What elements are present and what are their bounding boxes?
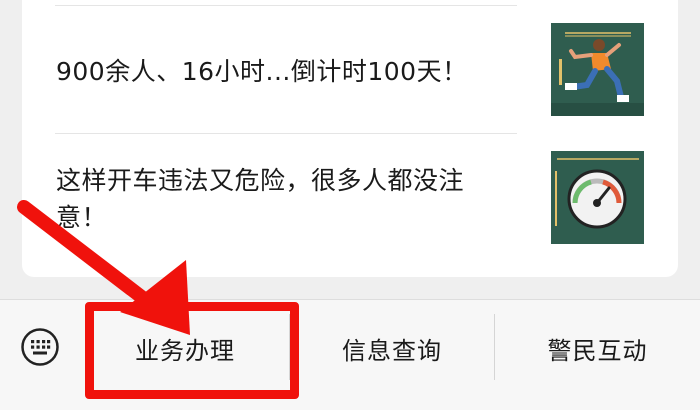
tab-police-interaction[interactable]: 警民互动: [495, 300, 700, 396]
article-title[interactable]: 900余人、16小时...倒计时100天！: [56, 53, 516, 90]
divider: [55, 133, 517, 134]
tab-business[interactable]: 业务办理: [82, 300, 288, 396]
tab-info-query[interactable]: 信息查询: [290, 300, 494, 396]
keyboard-icon[interactable]: [20, 327, 60, 367]
article-thumbnail[interactable]: [551, 23, 644, 116]
article-title[interactable]: 这样开车违法又危险，很多人都没注意！: [56, 162, 511, 236]
divider: [55, 5, 517, 6]
article-thumbnail[interactable]: [551, 151, 644, 244]
runner-icon: [551, 23, 644, 116]
speedometer-icon: [551, 151, 644, 244]
